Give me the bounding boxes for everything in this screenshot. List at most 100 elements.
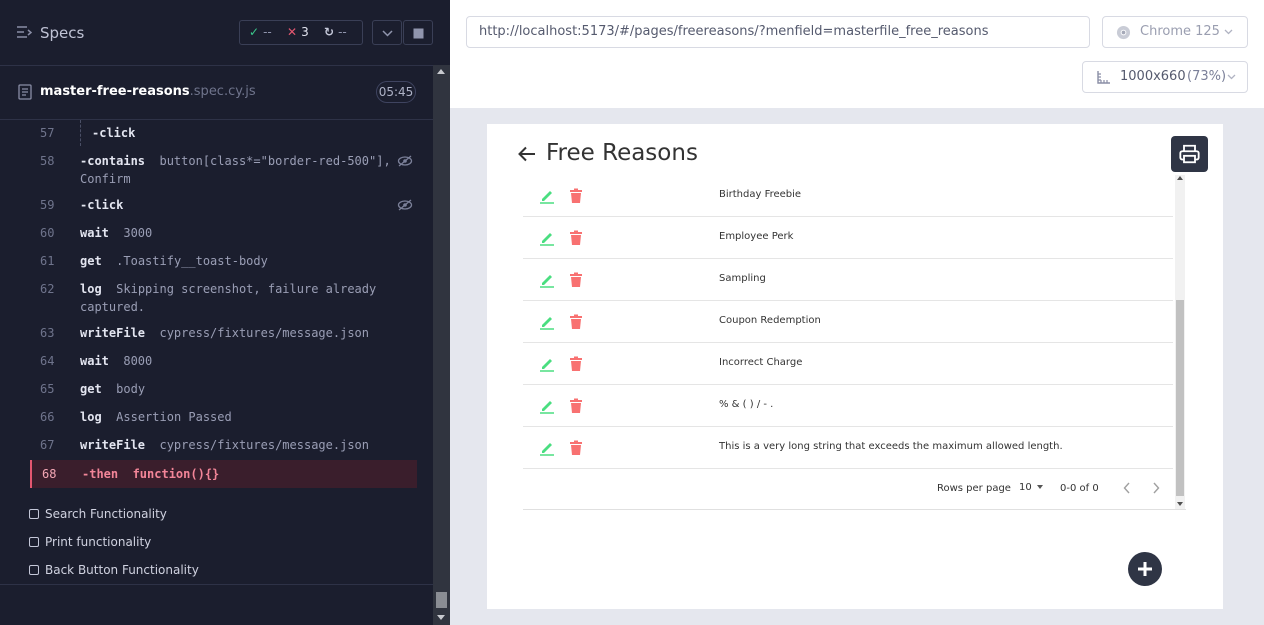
scroll-thumb[interactable] <box>1176 300 1184 496</box>
failed-stat: ✕ 3 <box>287 25 309 39</box>
edit-icon[interactable] <box>539 230 555 246</box>
reason-name: Incorrect Charge <box>719 357 803 368</box>
table-row: % & ( ) / - . <box>523 385 1173 427</box>
test-item[interactable]: Back Button Functionality <box>29 563 199 577</box>
scroll-up-arrow[interactable] <box>437 69 445 74</box>
command-row[interactable]: 58 -contains button[class*="border-red-5… <box>30 152 417 190</box>
command-row[interactable]: 59 -click <box>30 196 417 218</box>
reason-name: % & ( ) / - . <box>719 399 774 410</box>
trash-icon[interactable] <box>569 398 583 414</box>
trash-icon[interactable] <box>569 314 583 330</box>
check-icon: ✓ <box>249 25 260 39</box>
test-status-icon <box>29 565 39 575</box>
viewport-info[interactable]: 1000x660 (73%) <box>1082 61 1248 93</box>
add-reason-button[interactable] <box>1128 552 1162 586</box>
table-pagination: Rows per page 10 0-0 of 0 <box>523 469 1173 509</box>
trash-icon[interactable] <box>569 356 583 372</box>
print-button[interactable] <box>1171 136 1208 172</box>
test-status-icon <box>29 537 39 547</box>
reason-name: Sampling <box>719 273 766 284</box>
edit-icon[interactable] <box>539 356 555 372</box>
table-row: Birthday Freebie <box>523 175 1173 217</box>
chevron-down-icon <box>1224 29 1233 35</box>
command-row[interactable]: 60 wait 3000 <box>30 224 417 246</box>
table-row: Incorrect Charge <box>523 343 1173 385</box>
stop-icon <box>413 28 424 39</box>
edit-icon[interactable] <box>539 440 555 456</box>
eye-slash-icon[interactable] <box>397 198 413 212</box>
caret-down-icon <box>1036 485 1043 489</box>
trash-icon[interactable] <box>569 440 583 456</box>
app-stage: Free Reasons Birthday Freebie Employee P… <box>450 108 1264 625</box>
cross-icon: ✕ <box>287 25 298 39</box>
page-title: Free Reasons <box>546 140 698 166</box>
eye-slash-icon[interactable] <box>397 154 413 168</box>
table-row: Coupon Redemption <box>523 301 1173 343</box>
command-row[interactable]: 66 log Assertion Passed <box>30 408 417 430</box>
command-row[interactable]: 61 get .Toastify__toast-body <box>30 252 417 274</box>
edit-icon[interactable] <box>539 188 555 204</box>
trash-icon[interactable] <box>569 188 583 204</box>
spec-file-name: master-free-reasons.spec.cy.js <box>40 84 256 99</box>
command-row[interactable]: 65 get body <box>30 380 417 402</box>
viewport-zoom: (73%) <box>1187 69 1227 84</box>
command-row[interactable]: 57 -click <box>30 120 417 146</box>
printer-icon <box>1179 144 1200 164</box>
reporter-scrollbar[interactable] <box>433 65 450 625</box>
spec-duration: 05:45 <box>376 81 416 103</box>
trash-icon[interactable] <box>569 230 583 246</box>
chevron-right-icon[interactable] <box>1152 482 1160 494</box>
chevron-down-icon <box>1227 74 1236 80</box>
back-arrow-icon[interactable] <box>518 146 536 162</box>
app-frame: Free Reasons Birthday Freebie Employee P… <box>487 124 1223 609</box>
stop-button[interactable] <box>403 20 433 45</box>
document-icon <box>18 84 32 100</box>
specs-title[interactable]: Specs <box>40 24 84 42</box>
table-scrollbar[interactable] <box>1175 175 1185 509</box>
test-item[interactable]: Print functionality <box>29 535 151 549</box>
divider <box>0 584 433 585</box>
reasons-table: Birthday Freebie Employee Perk Sampling … <box>523 175 1186 510</box>
pending-stat: ↻ -- <box>324 25 347 39</box>
command-row[interactable]: 63 writeFile cypress/fixtures/message.js… <box>30 324 417 346</box>
browser-name: Chrome 125 <box>1140 24 1220 39</box>
reporter-panel: Specs ✓ -- ✕ 3 ↻ -- master-free-reasons.spe… <box>0 0 450 625</box>
browser-selector[interactable]: Chrome 125 <box>1102 16 1248 48</box>
expand-collapse-button[interactable] <box>372 20 402 45</box>
test-item[interactable]: Search Functionality <box>29 507 167 521</box>
passed-stat: ✓ -- <box>249 25 272 39</box>
url-bar[interactable]: http://localhost:5173/#/pages/freereason… <box>466 16 1090 48</box>
test-status-icon <box>29 509 39 519</box>
command-row[interactable]: 62 log Skipping screenshot, failure alre… <box>30 280 417 318</box>
scroll-up-arrow[interactable] <box>1177 176 1183 180</box>
chevron-left-icon[interactable] <box>1123 482 1131 494</box>
reason-name: Birthday Freebie <box>719 189 802 200</box>
edit-icon[interactable] <box>539 272 555 288</box>
table-row: This is a very long string that exceeds … <box>523 427 1173 469</box>
viewport-size: 1000x660 <box>1120 69 1186 84</box>
failed-command-row[interactable]: 68 -then function(){} <box>30 460 417 488</box>
spec-file-header: master-free-reasons.spec.cy.js 05:45 <box>0 66 433 120</box>
chevron-down-icon <box>382 30 393 37</box>
trash-icon[interactable] <box>569 272 583 288</box>
ruler-icon <box>1097 71 1110 84</box>
aut-panel: http://localhost:5173/#/pages/freereason… <box>450 0 1264 625</box>
scroll-down-arrow[interactable] <box>1177 502 1183 506</box>
rows-per-page-label: Rows per page <box>937 483 1011 494</box>
edit-icon[interactable] <box>539 398 555 414</box>
reporter-header: Specs ✓ -- ✕ 3 ↻ -- <box>0 0 433 66</box>
reason-name: This is a very long string that exceeds … <box>719 441 1063 452</box>
command-row[interactable]: 64 wait 8000 <box>30 352 417 374</box>
specs-list-icon[interactable] <box>17 26 32 39</box>
rows-per-page-select[interactable]: 10 <box>1019 482 1043 493</box>
nest-line <box>80 120 81 146</box>
pagination-range: 0-0 of 0 <box>1060 483 1099 494</box>
pending-icon: ↻ <box>324 25 335 39</box>
scroll-thumb[interactable] <box>436 592 447 608</box>
command-row[interactable]: 67 writeFile cypress/fixtures/message.js… <box>30 436 417 458</box>
table-row: Sampling <box>523 259 1173 301</box>
scroll-down-arrow[interactable] <box>437 615 445 620</box>
edit-icon[interactable] <box>539 314 555 330</box>
plus-icon <box>1138 562 1152 576</box>
reason-name: Employee Perk <box>719 231 794 242</box>
